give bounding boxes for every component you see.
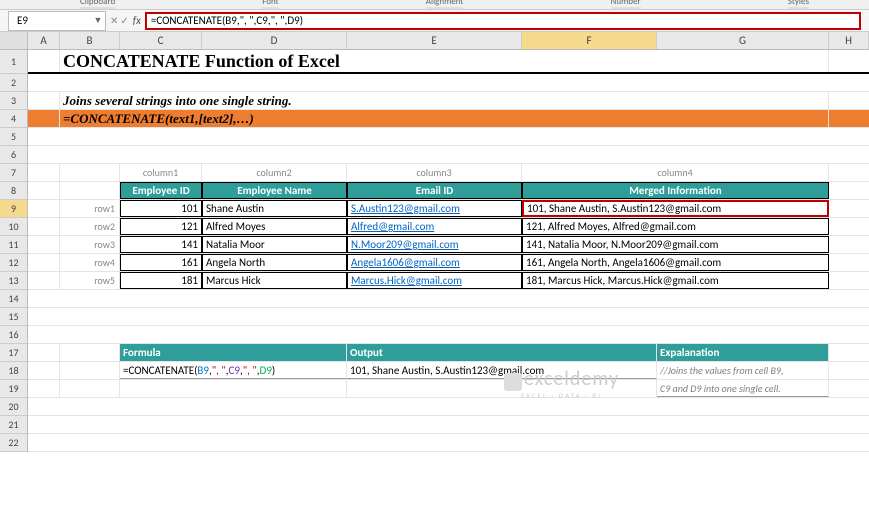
ribbon-group-clipboard: Clipboard xyxy=(80,0,115,9)
th-employee-id[interactable]: Employee ID xyxy=(120,182,202,199)
ribbon-edge: Clipboard Font Alignment Number Styles xyxy=(0,0,869,10)
cell-id-3[interactable]: 141 xyxy=(120,236,202,253)
page-title[interactable]: CONCATENATE Function of Excel xyxy=(60,50,829,72)
th-merged[interactable]: Merged Information xyxy=(522,182,829,199)
name-box-dropdown-icon[interactable]: ▼ xyxy=(91,15,105,26)
watermark-text: exceldemy xyxy=(524,367,619,391)
row-header-11[interactable]: 11 xyxy=(0,236,27,254)
row-header-5[interactable]: 5 xyxy=(0,128,27,146)
row-header-20[interactable]: 20 xyxy=(0,398,27,416)
row-header-13[interactable]: 13 xyxy=(0,272,27,290)
cell-name-3[interactable]: Natalia Moor xyxy=(202,236,347,253)
row-header-21[interactable]: 21 xyxy=(0,416,27,434)
row-header-9[interactable]: 9 xyxy=(0,200,27,218)
row-header-19[interactable]: 19 xyxy=(0,380,27,398)
row-header-16[interactable]: 16 xyxy=(0,326,27,344)
row-label-2[interactable]: row2 xyxy=(60,218,120,235)
cell-email-2[interactable]: Alfred@gmail.com xyxy=(347,218,522,235)
formula-bar-text: =CONCATENATE(B9,", ",C9,", ",D9) xyxy=(151,14,303,27)
watermark-sub: EXCEL · DATA · BI xyxy=(504,391,619,400)
row-header-14[interactable]: 14 xyxy=(0,290,27,308)
cell-merged-4[interactable]: 161, Angela North, Angela1606@gmail.com xyxy=(522,254,829,271)
col-header-H[interactable]: H xyxy=(829,32,869,49)
row-header-15[interactable]: 15 xyxy=(0,308,27,326)
th-employee-name[interactable]: Employee Name xyxy=(202,182,347,199)
cell-merged-1-active[interactable]: 101, Shane Austin, S.Austin123@gmail.com xyxy=(522,200,829,217)
fx-icon[interactable]: fx xyxy=(133,14,141,27)
col-header-E[interactable]: E xyxy=(347,32,522,49)
ribbon-group-styles: Styles xyxy=(788,0,809,9)
name-box-value: E9 xyxy=(17,14,28,27)
enter-icon[interactable]: ✓ xyxy=(120,14,128,27)
row-header-17[interactable]: 17 xyxy=(0,344,27,362)
cell-email-4[interactable]: Angela1606@gmail.com xyxy=(347,254,522,271)
col-header-G[interactable]: G xyxy=(657,32,829,49)
col-label-2[interactable]: column2 xyxy=(202,164,347,181)
column-headers: A B C D E F G H xyxy=(0,32,869,50)
row-header-22[interactable]: 22 xyxy=(0,434,27,452)
cell-id-1[interactable]: 101 xyxy=(120,200,202,217)
row-label-5[interactable]: row5 xyxy=(60,272,120,289)
syntax[interactable]: =CONCATENATE(text1,[text2],…) xyxy=(60,110,829,127)
col-label-3[interactable]: column3 xyxy=(347,164,522,181)
formula-buttons: ✕ ✓ xyxy=(110,14,129,27)
row-headers: 1 2 3 4 5 6 7 8 9 10 11 12 13 14 15 16 1… xyxy=(0,50,28,452)
cell-name-2[interactable]: Alfred Moyes xyxy=(202,218,347,235)
ribbon-group-font: Font xyxy=(262,0,278,9)
sh-output[interactable]: Output xyxy=(347,344,657,361)
row-header-10[interactable]: 10 xyxy=(0,218,27,236)
cell-email-5[interactable]: Marcus.Hick@gmail.com xyxy=(347,272,522,289)
row-header-12[interactable]: 12 xyxy=(0,254,27,272)
col-header-C[interactable]: C xyxy=(120,32,202,49)
explain-2[interactable]: C9 and D9 into one single cell. xyxy=(657,380,829,397)
cell-merged-3[interactable]: 141, Natalia Moor, N.Moor209@gmail.com xyxy=(522,236,829,253)
cell-merged-5[interactable]: 181, Marcus Hick, Marcus.Hick@gmail.com xyxy=(522,272,829,289)
th-email[interactable]: Email ID xyxy=(347,182,522,199)
formula-display[interactable]: =CONCATENATE(B9,", ",C9,", ",D9) xyxy=(120,362,347,379)
worksheet: A B C D E F G H 1 2 3 4 5 6 7 8 9 10 11 … xyxy=(0,32,869,452)
sh-formula[interactable]: Formula xyxy=(120,344,347,361)
col-header-F[interactable]: F xyxy=(522,32,657,49)
cell-email-1[interactable]: S.Austin123@gmail.com xyxy=(347,200,522,217)
row-header-7[interactable]: 7 xyxy=(0,164,27,182)
row-header-3[interactable]: 3 xyxy=(0,92,27,110)
col-label-1[interactable]: column1 xyxy=(120,164,202,181)
cell-id-4[interactable]: 161 xyxy=(120,254,202,271)
cell-email-3[interactable]: N.Moor209@gmail.com xyxy=(347,236,522,253)
formula-bar-row: E9 ▼ ✕ ✓ fx =CONCATENATE(B9,", ",C9,", "… xyxy=(0,10,869,32)
cell-A1[interactable] xyxy=(28,50,60,72)
ribbon-group-number: Number xyxy=(611,0,641,9)
watermark-logo: exceldemy EXCEL · DATA · BI xyxy=(504,367,619,400)
name-box[interactable]: E9 ▼ xyxy=(8,11,106,31)
row-header-8[interactable]: 8 xyxy=(0,182,27,200)
logo-icon xyxy=(504,373,522,391)
cell-merged-2[interactable]: 121, Alfred Moyes, Alfred@gmail.com xyxy=(522,218,829,235)
cancel-icon[interactable]: ✕ xyxy=(110,14,118,27)
subtitle[interactable]: Joins several strings into one single st… xyxy=(60,92,829,109)
cell-name-4[interactable]: Angela North xyxy=(202,254,347,271)
cell-name-1[interactable]: Shane Austin xyxy=(202,200,347,217)
row-label-3[interactable]: row3 xyxy=(60,236,120,253)
ribbon-group-alignment: Alignment xyxy=(426,0,464,9)
row-header-6[interactable]: 6 xyxy=(0,146,27,164)
explain-1[interactable]: //Joins the values from cell B9, xyxy=(657,362,829,379)
row-label-4[interactable]: row4 xyxy=(60,254,120,271)
select-all-corner[interactable] xyxy=(0,32,28,49)
cell-id-2[interactable]: 121 xyxy=(120,218,202,235)
col-label-4[interactable]: column4 xyxy=(522,164,829,181)
row-header-18[interactable]: 18 xyxy=(0,362,27,380)
row-header-1[interactable]: 1 xyxy=(0,50,27,74)
cell-grid[interactable]: CONCATENATE Function of Excel Joins seve… xyxy=(28,50,869,452)
formula-bar[interactable]: =CONCATENATE(B9,", ",C9,", ",D9) xyxy=(145,12,861,30)
cell-id-5[interactable]: 181 xyxy=(120,272,202,289)
cell-name-5[interactable]: Marcus Hick xyxy=(202,272,347,289)
sh-explanation[interactable]: Expalanation xyxy=(657,344,829,361)
row-header-2[interactable]: 2 xyxy=(0,74,27,92)
row-header-4[interactable]: 4 xyxy=(0,110,27,128)
col-header-D[interactable]: D xyxy=(202,32,347,49)
col-header-A[interactable]: A xyxy=(28,32,60,49)
row-label-1[interactable]: row1 xyxy=(60,200,120,217)
col-header-B[interactable]: B xyxy=(60,32,120,49)
